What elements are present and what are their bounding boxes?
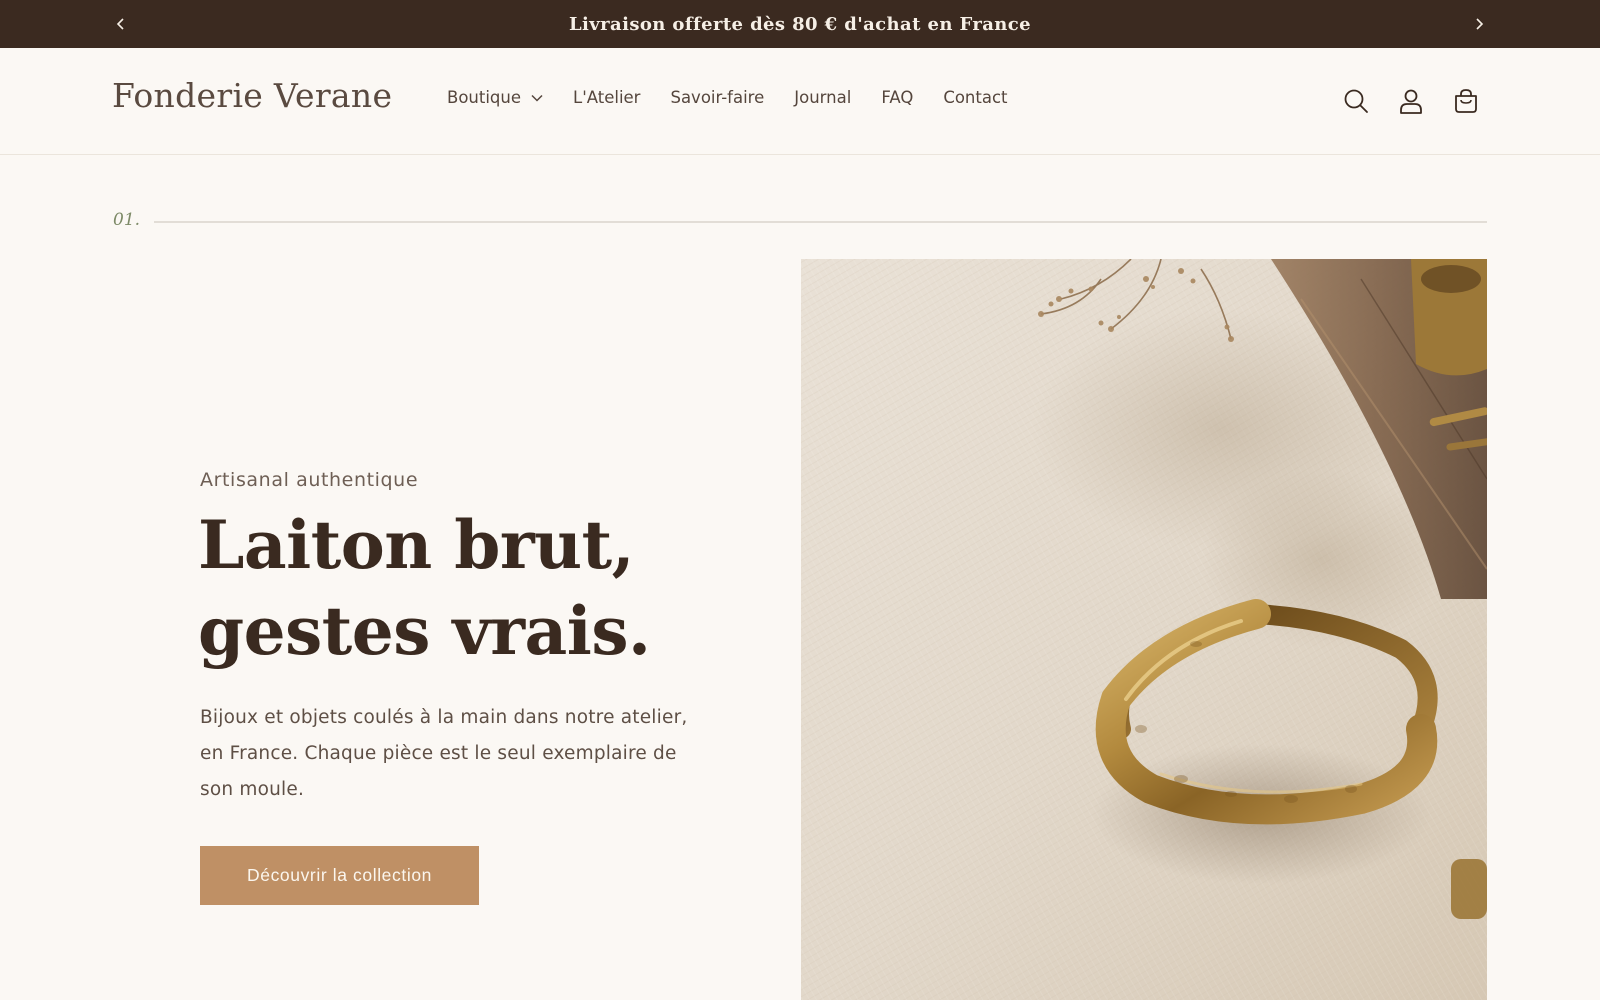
account-icon	[1400, 89, 1422, 114]
chevron-down-icon	[531, 94, 543, 102]
cart-icon	[1455, 89, 1477, 113]
cart-button[interactable]	[1450, 85, 1482, 117]
hero-title-line-2: gestes vrais.	[198, 592, 651, 670]
section-divider	[154, 221, 1487, 223]
announcement-next-button[interactable]	[1467, 12, 1491, 36]
nav-item-label: FAQ	[881, 88, 914, 107]
hero-eyebrow: Artisanal authentique	[200, 469, 419, 491]
header-icons	[1340, 85, 1505, 117]
section-number: 01.	[113, 210, 141, 230]
main-nav: Boutique L'Atelier Savoir-faire Journal …	[447, 88, 1038, 107]
hero-description: Bijoux et objets coulés à la main dans n…	[200, 707, 688, 800]
nav-item-boutique[interactable]: Boutique	[447, 88, 543, 107]
hero-title: Laiton brut, gestes vrais.	[198, 502, 758, 674]
discover-collection-button[interactable]: Découvrir la collection	[200, 846, 479, 905]
nav-item-label: Savoir-faire	[670, 88, 765, 107]
chevron-left-icon	[116, 18, 124, 30]
brass-cuff-bracelet-image	[801, 259, 1487, 1000]
hero-title-line-1: Laiton brut,	[198, 506, 635, 584]
nav-item-savoir-faire[interactable]: Savoir-faire	[670, 88, 764, 107]
nav-item-label: Journal	[794, 88, 852, 107]
site-logo[interactable]: Fonderie Verane	[112, 76, 392, 115]
search-button[interactable]	[1340, 85, 1372, 117]
nav-item-label: Contact	[943, 88, 1008, 107]
announcement-text: Livraison offerte dès 80 € d'achat en Fr…	[568, 13, 1031, 35]
nav-item-contact[interactable]: Contact	[943, 88, 1007, 107]
nav-item-atelier[interactable]: L'Atelier	[573, 88, 640, 107]
nav-item-journal[interactable]: Journal	[794, 88, 851, 107]
nav-item-faq[interactable]: FAQ	[881, 88, 913, 107]
announcement-bar: Livraison offerte dès 80 € d'achat en Fr…	[0, 0, 1600, 48]
site-header: Fonderie Verane Boutique L'Atelier Savoi…	[0, 48, 1600, 155]
search-icon	[1344, 89, 1368, 113]
account-button[interactable]	[1395, 85, 1427, 117]
chevron-right-icon	[1476, 18, 1484, 30]
nav-item-label: Boutique	[447, 88, 522, 107]
announcement-prev-button[interactable]	[109, 12, 133, 36]
nav-item-label: L'Atelier	[573, 88, 641, 107]
hero-image	[801, 259, 1487, 1000]
